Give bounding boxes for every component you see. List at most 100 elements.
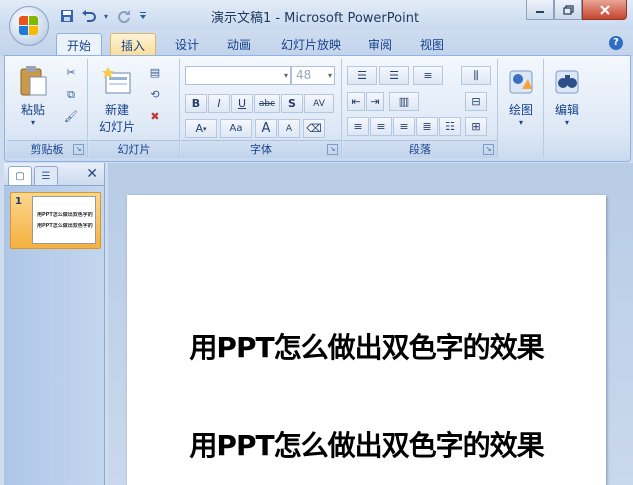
outline-tab-icon[interactable]: ☰ [34, 166, 58, 185]
distributed-icon[interactable]: ☷ [439, 117, 461, 136]
thumb-line-1: 用PPT怎么做出双色字的效果 [37, 212, 93, 218]
font-color-button[interactable]: A ▾ [185, 119, 217, 138]
slide-thumbnail[interactable]: 用PPT怎么做出双色字的效果 用PPT怎么做出双色字的效果 [32, 196, 96, 244]
window-title: 演示文稿1 - Microsoft PowerPoint [210, 11, 420, 26]
ribbon: 粘贴 ▾ ✂ ⧉ 🖌 剪贴板 ↘ 新建 幻灯片 ▤ ⟲ ✖ 幻灯片 ▾ 48 ▾ … [4, 55, 631, 162]
font-size-value: 48 [296, 68, 312, 82]
copy-icon[interactable]: ⧉ [63, 87, 79, 103]
paragraph-group: ☰ ☰ ≡ ⫼ ⇤ ⇥ ▥ ⊟ ≡ ≡ ≡ ≣ ☷ ⊞ 段落 ↘ [343, 59, 498, 158]
columns-icon[interactable]: ▥ [389, 92, 419, 111]
increase-indent-icon[interactable]: ⇥ [366, 92, 384, 111]
font-group-label: 字体 [181, 140, 341, 158]
binoculars-icon [552, 65, 582, 97]
font-color-dropdown-icon: ▾ [203, 124, 207, 133]
slides-pane-tabs: ▢ ☰ ✕ [4, 163, 104, 186]
shapes-icon [506, 65, 536, 97]
undo-dropdown-icon[interactable]: ▾ [102, 7, 110, 25]
shadow-button[interactable]: S [281, 94, 303, 113]
font-size-dropdown-icon[interactable]: ▾ [328, 67, 332, 84]
bold-button[interactable]: B [185, 94, 207, 113]
editing-dropdown-icon[interactable]: ▾ [545, 118, 589, 127]
drawing-dropdown-icon[interactable]: ▾ [499, 118, 543, 127]
office-button[interactable] [9, 6, 49, 46]
editing-group: 编辑 ▾ [545, 59, 585, 158]
tab-slide-show[interactable]: 幻灯片放映 [272, 33, 350, 55]
delete-slide-icon[interactable]: ✖ [147, 109, 163, 125]
drawing-group: 绘图 ▾ [499, 59, 544, 158]
tab-animations[interactable]: 动画 [217, 33, 261, 55]
slide-number: 1 [15, 196, 22, 207]
italic-button[interactable]: I [208, 94, 230, 113]
new-slide-icon [102, 65, 132, 97]
drawing-label: 绘图 [508, 103, 533, 117]
font-name-dropdown-icon[interactable]: ▾ [284, 67, 288, 84]
line-spacing-icon[interactable]: ≡ [413, 66, 443, 85]
paragraph-group-label: 段落 [343, 140, 497, 158]
office-logo-icon [19, 16, 39, 36]
tab-view[interactable]: 视图 [410, 33, 454, 55]
grow-font-button[interactable]: A [255, 119, 277, 138]
close-icon[interactable] [582, 0, 627, 20]
decrease-indent-icon[interactable]: ⇤ [347, 92, 365, 111]
slides-group-label: 幻灯片 [89, 140, 179, 158]
tab-home[interactable]: 开始 [56, 33, 102, 56]
close-pane-icon[interactable]: ✕ [86, 166, 98, 182]
smartart-icon[interactable]: ⊞ [465, 117, 487, 136]
minimize-icon[interactable] [526, 0, 554, 20]
editing-button[interactable]: 编辑 ▾ [545, 65, 589, 127]
paste-label: 粘贴 [20, 103, 45, 117]
change-case-button[interactable]: Aa [220, 119, 252, 138]
text-direction-icon[interactable]: ⫼ [461, 66, 491, 85]
paragraph-launcher-icon[interactable]: ↘ [483, 144, 494, 155]
layout-icon[interactable]: ▤ [147, 65, 163, 81]
help-icon[interactable]: ? [609, 36, 623, 50]
bullets-icon[interactable]: ☰ [347, 66, 377, 85]
drawing-button[interactable]: 绘图 ▾ [499, 65, 543, 127]
clipboard-group: 粘贴 ▾ ✂ ⧉ 🖌 剪贴板 ↘ [7, 59, 88, 158]
redo-icon[interactable] [114, 7, 132, 25]
editing-label: 编辑 [554, 103, 579, 117]
shrink-font-button[interactable]: A [278, 119, 300, 138]
font-color-label: A [195, 122, 203, 135]
thumb-line-2: 用PPT怎么做出双色字的效果 [37, 223, 93, 229]
slides-group: 新建 幻灯片 ▤ ⟲ ✖ 幻灯片 [89, 59, 180, 158]
new-slide-label-line1: 新建 [104, 103, 129, 117]
align-right-icon[interactable]: ≡ [393, 117, 415, 136]
ribbon-tabs: 开始 插入 设计 动画 幻灯片放映 审阅 视图 ? [0, 30, 633, 57]
restore-icon[interactable] [554, 0, 582, 20]
new-slide-button[interactable]: 新建 幻灯片 [91, 65, 143, 135]
paste-dropdown-icon[interactable]: ▾ [9, 118, 57, 127]
cut-icon[interactable]: ✂ [63, 65, 79, 81]
font-group: ▾ 48 ▾ B I U abc S AV A ▾ Aa A A ⌫ 字体 ↘ [181, 59, 342, 158]
format-painter-icon[interactable]: 🖌 [63, 109, 79, 125]
new-slide-label-line2: 幻灯片 [98, 120, 135, 134]
underline-button[interactable]: U [231, 94, 253, 113]
tab-insert[interactable]: 插入 [110, 33, 156, 57]
font-size-field[interactable]: 48 ▾ [291, 66, 335, 85]
slides-tab-icon[interactable]: ▢ [8, 166, 32, 185]
reset-icon[interactable]: ⟲ [147, 87, 163, 103]
font-launcher-icon[interactable]: ↘ [327, 144, 338, 155]
char-spacing-button[interactable]: AV [304, 94, 334, 113]
tab-design[interactable]: 设计 [165, 33, 209, 55]
clear-formatting-icon[interactable]: ⌫ [303, 119, 325, 138]
customize-icon[interactable] [136, 7, 150, 25]
undo-icon[interactable] [80, 7, 98, 25]
paste-icon [18, 65, 48, 97]
window-controls [526, 0, 627, 20]
tab-review[interactable]: 审阅 [358, 33, 402, 55]
slide-title-line-2[interactable]: 用PPT怎么做出双色字的效果 [127, 424, 606, 464]
slide-title-line-1[interactable]: 用PPT怎么做出双色字的效果 [127, 326, 606, 366]
paste-button[interactable]: 粘贴 ▾ [9, 65, 57, 127]
align-center-icon[interactable]: ≡ [370, 117, 392, 136]
align-left-icon[interactable]: ≡ [347, 117, 369, 136]
save-icon[interactable] [58, 7, 76, 25]
strikethrough-button[interactable]: abc [254, 94, 280, 113]
font-name-field[interactable]: ▾ [185, 66, 291, 85]
justify-icon[interactable]: ≣ [416, 117, 438, 136]
clipboard-launcher-icon[interactable]: ↘ [73, 144, 84, 155]
slide[interactable]: 用PPT怎么做出双色字的效果 用PPT怎么做出双色字的效果 [127, 195, 606, 485]
align-text-icon[interactable]: ⊟ [465, 92, 487, 111]
numbering-icon[interactable]: ☰ [379, 66, 409, 85]
quick-access-toolbar: ▾ [58, 6, 150, 26]
